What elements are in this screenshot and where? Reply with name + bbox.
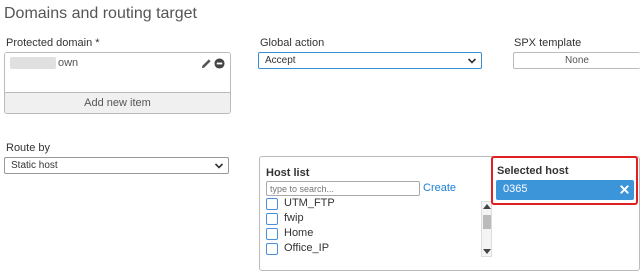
checkbox[interactable] — [266, 198, 278, 210]
selected-host-chip[interactable]: 0365 — [496, 180, 634, 200]
selected-host-title: Selected host — [497, 165, 569, 177]
scroll-thumb[interactable] — [483, 215, 491, 229]
route-by-label: Route by — [6, 142, 51, 154]
global-action-select[interactable]: Accept — [258, 52, 482, 69]
host-list-item-label: UTM_FTP — [284, 197, 335, 209]
spx-template-label: SPX template — [514, 37, 582, 49]
host-list-item-label: Office_IP — [284, 242, 330, 254]
checkbox[interactable] — [266, 228, 278, 240]
domain-entry[interactable]: own — [5, 53, 230, 93]
add-new-item-button[interactable]: Add new item — [5, 93, 230, 113]
close-icon[interactable] — [620, 185, 629, 194]
global-action-label: Global action — [260, 37, 325, 49]
spx-template-select[interactable]: None — [513, 52, 640, 69]
host-list-item-label: Home — [284, 227, 314, 239]
protected-domain-label: Protected domain * — [6, 37, 100, 49]
global-action-value: Accept — [265, 55, 296, 66]
pencil-icon[interactable] — [201, 58, 212, 69]
domain-entry-text: own — [58, 57, 79, 69]
checkbox[interactable] — [266, 243, 278, 255]
host-search-input[interactable] — [266, 181, 420, 196]
redacted-text — [10, 57, 56, 69]
section-title: Domains and routing target — [4, 5, 197, 22]
spx-template-value: None — [565, 55, 589, 66]
create-host-link[interactable]: Create — [423, 182, 456, 194]
scroll-down-icon[interactable] — [483, 249, 491, 255]
selected-host-value: 0365 — [503, 183, 528, 195]
host-list-title: Host list — [266, 167, 310, 179]
host-list-item-label: fwip — [284, 212, 304, 224]
host-list-scrollbar[interactable] — [481, 201, 492, 257]
remove-icon[interactable] — [214, 58, 225, 69]
route-by-value: Static host — [11, 160, 58, 171]
chevron-down-icon — [467, 58, 477, 64]
scroll-up-icon[interactable] — [483, 203, 491, 209]
checkbox[interactable] — [266, 213, 278, 225]
selected-host-panel: Selected host 0365 — [491, 156, 638, 205]
chevron-down-icon — [214, 163, 224, 169]
route-by-select[interactable]: Static host — [4, 157, 229, 174]
protected-domain-list: own Add new item — [4, 52, 231, 114]
